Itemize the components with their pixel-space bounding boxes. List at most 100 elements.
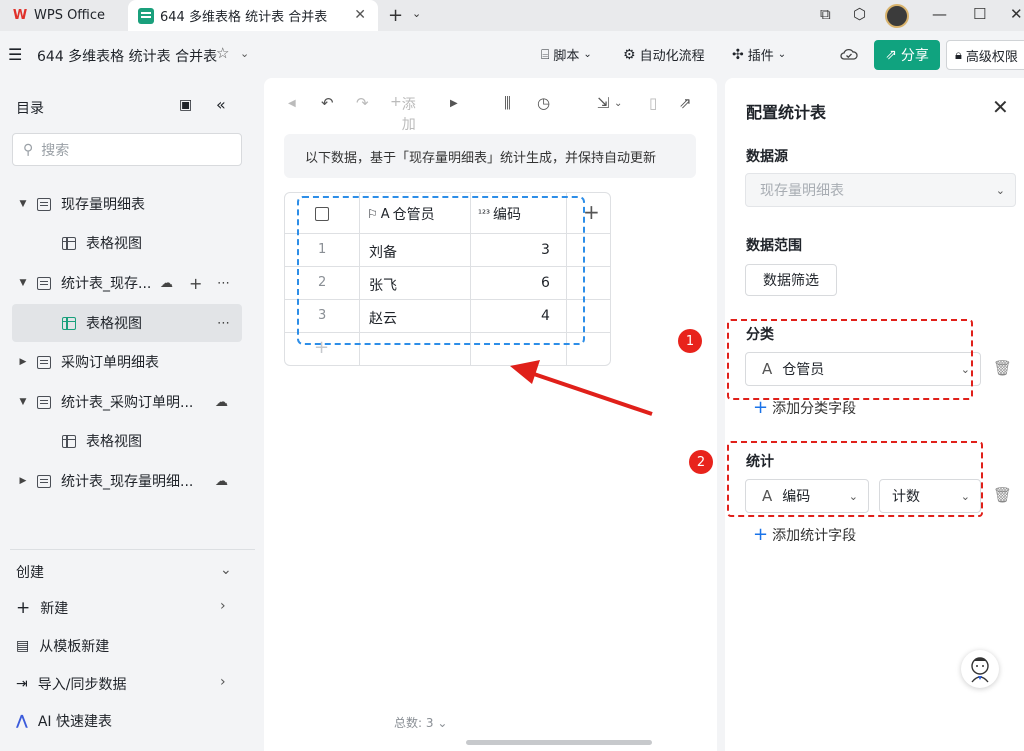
data-filter-button[interactable]: 数据筛选 [745,264,837,296]
delete-icon[interactable]: 🗑︎ [993,359,1012,377]
sync-status-icon: ☁ [160,275,173,291]
search-input[interactable]: ⚲ 搜索 [12,133,242,166]
export-icon[interactable]: ⇲ [597,94,610,112]
document-title[interactable]: 644 多维表格 统计表 合并表 [37,46,217,66]
sidebar-item-purchase-detail[interactable]: ▶ 采购订单明细表 [0,343,256,381]
automation-button[interactable]: ⚙ 自动化流程 [623,45,705,65]
wps-logo-icon: W [12,8,28,23]
assistant-icon [971,657,989,683]
table-icon [37,197,51,211]
lock-icon: 🔒︎ [955,47,962,63]
star-icon[interactable]: ☆ [216,44,229,62]
horizontal-scrollbar[interactable] [466,740,652,745]
chevron-down-icon[interactable]: ⌄ [240,47,249,60]
redo-icon[interactable]: ↷ [356,94,369,112]
advanced-permission-button[interactable]: 🔒︎ 高级权限 [946,40,1024,70]
sidebar-item-stat-stock[interactable]: ▼ 统计表_现存... ☁ + ⋯ [0,264,256,302]
script-label: 脚本 [553,49,580,64]
user-avatar[interactable] [885,4,909,28]
total-count[interactable]: 总数: 3 ⌄ [394,714,447,731]
close-icon[interactable]: ✕ [992,95,1009,119]
sidebar-item-label: 统计表_现存... [61,276,152,292]
create-new-label: 新建 [40,601,69,617]
sidebar-item-label: 表格视图 [86,236,142,252]
chevron-right-icon[interactable]: › [220,598,226,614]
delete-icon[interactable]: 🗑︎ [993,486,1012,504]
expand-caret-icon[interactable]: ▼ [17,278,29,288]
table-icon [37,395,51,409]
chevron-down-icon[interactable]: ⌄ [220,562,232,578]
sidebar-item-grid-view-active[interactable]: 表格视图 ⋯ [12,304,242,342]
minimize-icon[interactable]: — [932,5,947,23]
add-stat-label: 添加统计字段 [772,527,857,544]
sidebar-item-stat-stock-2[interactable]: ▶ 统计表_现存量明细... ☁ [0,462,256,500]
more-icon[interactable]: ⋯ [217,276,230,291]
sidebar-item-grid-view[interactable]: 表格视图 [0,224,256,262]
panel-toggle-icon[interactable]: ▣ [179,97,192,113]
script-icon: ⌸ [541,46,550,63]
window-switch-icon[interactable]: ⧉ [820,5,831,23]
puzzle-icon: ✣ [732,46,744,63]
plus-icon: + [16,598,31,618]
cube-icon[interactable]: ⬡ [853,5,866,23]
expand-caret-icon[interactable]: ▶ [17,476,29,486]
chevron-down-icon[interactable]: ⌄ [614,98,622,109]
share-icon[interactable]: ⇗ [679,94,692,112]
undo-icon[interactable]: ↶ [321,94,334,112]
toolbar: ◀ ↶ ↷ + 添加 ▶ ⫼ ◷ ⇲ ⌄ ▯ ⇗ [264,94,717,133]
sidebar-item-stat-purchase[interactable]: ▼ 统计表_采购订单明... ☁ [0,383,256,421]
plus-icon: + [753,524,769,545]
field-settings-icon[interactable]: ⫼ [504,94,511,112]
clipboard-icon[interactable]: ▯ [649,94,657,112]
close-tab-icon[interactable]: ✕ [354,7,366,23]
sidebar-item-stock-detail[interactable]: ▼ 现存量明细表 [0,185,256,223]
datasource-label: 数据源 [746,149,788,165]
close-window-icon[interactable]: ✕ [1010,5,1023,23]
app-header: ☰ 644 多维表格 统计表 合并表 ☆ ⌄ ⌸ 脚本 ⌄ ⚙ 自动化流程 ✣ … [0,31,1024,78]
create-new-button[interactable]: + 新建 [16,598,68,618]
add-button[interactable]: + 添加 [390,94,416,133]
share-button[interactable]: ⇗ 分享 [874,40,940,70]
sidebar-item-label: 统计表_采购订单明... [61,395,194,411]
sidebar: 目录 ▣ « ⚲ 搜索 ▼ 现存量明细表 表格视图 ▼ 统计表_现存... ☁ … [0,78,256,751]
search-placeholder: 搜索 [41,142,70,159]
plugin-button[interactable]: ✣ 插件 ⌄ [732,45,786,65]
add-column-icon[interactable]: + [583,200,600,224]
sidebar-item-label: 统计表_现存量明细... [61,474,194,490]
sidebar-item-grid-view[interactable]: 表格视图 [0,422,256,460]
prev-icon[interactable]: ◀ [288,98,296,109]
expand-caret-icon[interactable]: ▶ [17,357,29,367]
expand-caret-icon[interactable]: ▼ [17,199,29,209]
expand-caret-icon[interactable]: ▼ [17,397,29,407]
table-icon [37,474,51,488]
main-content: ◀ ↶ ↷ + 添加 ▶ ⫼ ◷ ⇲ ⌄ ▯ ⇗ 以下数据，基于「现存量明细表」… [264,78,717,751]
notice-text: 以下数据，基于「现存量明细表」统计生成，并保持自动更新 [305,150,657,166]
sidebar-title: 目录 [16,101,44,117]
table-icon [37,276,51,290]
add-stat-field-button[interactable]: + 添加统计字段 [753,524,856,545]
more-icon[interactable]: ⋯ [217,316,230,331]
next-icon[interactable]: ▶ [450,98,458,109]
import-sync-button[interactable]: ⇥ 导入/同步数据 [16,674,126,694]
wps-office-tab[interactable]: W WPS Office [0,0,126,31]
new-tab-icon[interactable]: + [388,5,403,26]
script-button[interactable]: ⌸ 脚本 ⌄ [541,45,592,65]
menu-icon[interactable]: ☰ [8,45,22,64]
maximize-icon[interactable]: ☐ [973,5,986,23]
ai-create-button[interactable]: ⋀ AI 快速建表 [16,711,112,731]
add-group-field-button[interactable]: + 添加分类字段 [753,397,856,418]
title-bar: W WPS Office 644 多维表格 统计表 合并表 ✕ + ⌄ ⧉ ⬡ … [0,0,1024,31]
import-label: 导入/同步数据 [37,677,127,693]
add-icon[interactable]: + [189,274,202,293]
assistant-avatar[interactable] [961,650,999,688]
grid-view-icon [62,434,76,448]
tab-list-chevron-icon[interactable]: ⌄ [412,7,421,20]
annotation-marker-1: 1 [678,329,702,353]
plugin-label: 插件 [747,49,774,64]
document-tab[interactable]: 644 多维表格 统计表 合并表 ✕ [128,0,378,31]
add-group-label: 添加分类字段 [772,400,857,417]
collapse-sidebar-icon[interactable]: « [216,95,226,114]
history-icon[interactable]: ◷ [537,94,550,112]
create-from-template-button[interactable]: ▤ 从模板新建 [16,636,109,656]
chevron-right-icon[interactable]: › [220,674,226,690]
